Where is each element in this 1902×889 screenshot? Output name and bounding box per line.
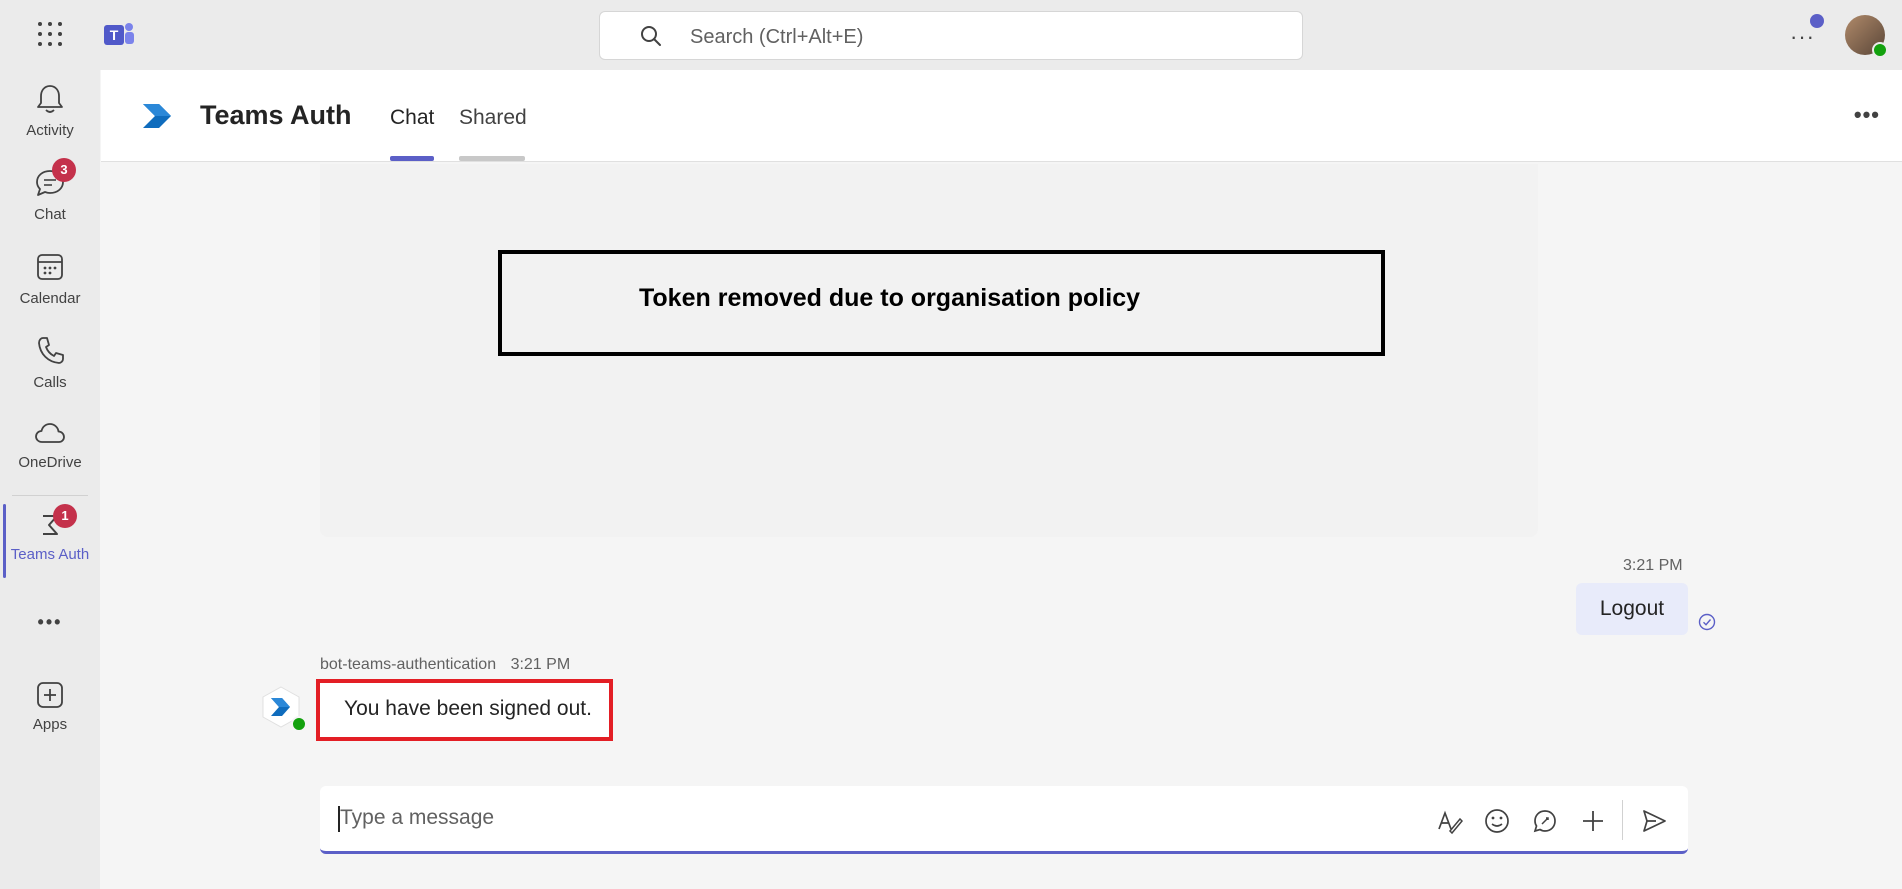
adaptive-card: Token removed due to organisation policy [320,164,1538,537]
rail-label: Teams Auth [10,546,90,563]
add-apps-icon [37,682,63,708]
rail-label: Apps [32,716,68,733]
top-bar: T Search (Ctrl+Alt+E) ··· [0,0,1902,70]
rail-label: Activity [26,122,74,139]
rail-label: OneDrive [18,454,82,471]
format-icon[interactable] [1435,807,1463,835]
message-timestamp: 3:21 PM [1623,557,1683,574]
search-placeholder: Search (Ctrl+Alt+E) [690,26,864,48]
emoji-icon[interactable] [1483,807,1511,835]
tab-chat[interactable]: Chat [390,106,434,130]
rail-item-teams-auth[interactable]: 1 Teams Auth [0,504,100,578]
incoming-message-text: You have been signed out. [344,697,592,720]
svg-text:T: T [110,27,119,43]
page-title: Teams Auth [200,100,352,130]
header-more-icon[interactable]: ••• [1854,102,1880,128]
message-timestamp: 3:21 PM [510,656,571,673]
main-content: Teams Auth Chat Shared ••• Token removed… [101,70,1902,889]
more-apps-icon: ••• [37,612,63,632]
chat-unread-badge: 3 [52,158,76,182]
app-rail: Activity 3 Chat Calendar Calls OneDrive [0,70,100,889]
rail-divider [12,495,88,496]
presence-available-icon [1872,42,1888,58]
tab-chat-indicator [390,156,434,161]
incoming-message[interactable]: You have been signed out. [316,679,613,741]
token-redaction-box: Token removed due to organisation policy [498,250,1385,356]
attach-plus-icon[interactable] [1579,807,1607,835]
rail-label: Chat [34,206,66,223]
rail-label: Calendar [19,290,81,307]
message-composer[interactable]: Type a message [320,786,1688,854]
teams-auth-badge: 1 [53,504,77,528]
app-launcher-icon[interactable] [36,20,64,48]
loop-component-icon[interactable] [1531,807,1559,835]
token-notice: Token removed due to organisation policy [639,284,1141,312]
send-icon[interactable] [1640,807,1668,835]
notification-dot [1810,14,1824,28]
sent-check-icon [1698,613,1716,631]
rail-item-calls[interactable]: Calls [0,334,100,408]
tab-shared-indicator [459,156,525,161]
tab-shared[interactable]: Shared [459,106,527,130]
more-options-icon[interactable]: ··· [1790,24,1815,50]
rail-label: Calls [33,374,67,391]
message-meta: bot-teams-authentication 3:21 PM [320,656,580,674]
bell-icon [37,85,63,113]
rail-item-calendar[interactable]: Calendar [0,250,100,324]
compose-placeholder: Type a message [340,806,495,829]
outgoing-message[interactable]: Logout [1576,583,1688,635]
search-box[interactable]: Search (Ctrl+Alt+E) [599,11,1303,60]
search-icon [641,26,661,46]
phone-icon [38,337,64,364]
bot-presence-icon [291,716,307,732]
sender-name: bot-teams-authentication [320,656,497,673]
cloud-icon [35,423,65,443]
rail-item-onedrive[interactable]: OneDrive [0,418,100,492]
app-header: Teams Auth Chat Shared ••• [101,70,1902,162]
composer-divider [1622,800,1623,840]
calendar-icon [37,254,63,280]
rail-item-more[interactable]: ••• [0,606,100,646]
rail-item-activity[interactable]: Activity [0,82,100,156]
teams-logo-icon: T [104,23,134,45]
rail-item-apps[interactable]: Apps [0,680,100,754]
bot-app-icon [143,104,171,128]
rail-item-chat[interactable]: 3 Chat [0,158,100,240]
avatar[interactable] [1845,15,1888,58]
